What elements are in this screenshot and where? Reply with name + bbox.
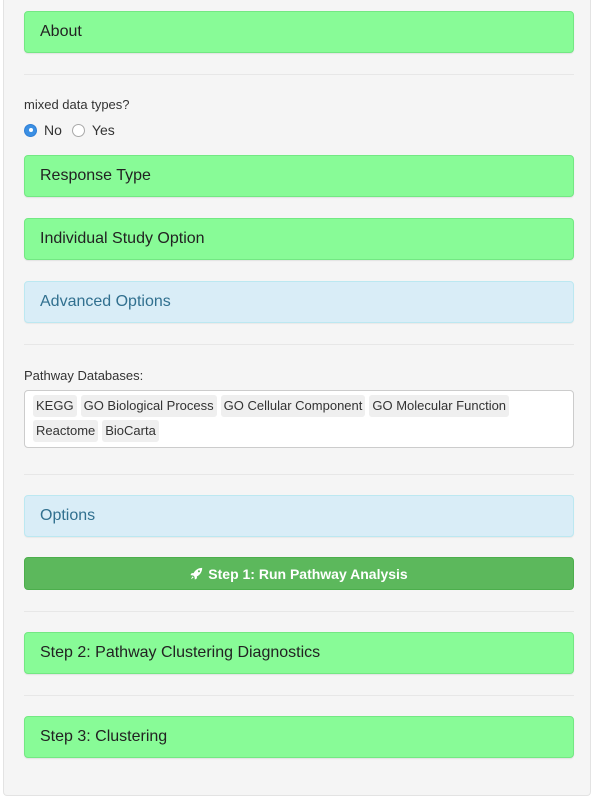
options-panel[interactable]: Options bbox=[24, 495, 574, 537]
step2-panel[interactable]: Step 2: Pathway Clustering Diagnostics bbox=[24, 632, 574, 674]
radio-no-label: No bbox=[44, 122, 62, 138]
radio-no[interactable]: No bbox=[24, 122, 62, 138]
pathway-tag[interactable]: GO Cellular Component bbox=[220, 395, 366, 417]
run-pathway-analysis-button[interactable]: Step 1: Run Pathway Analysis bbox=[24, 557, 574, 590]
mixed-data-radio-group: No Yes bbox=[24, 121, 125, 139]
pathway-databases-select[interactable]: KEGG GO Biological Process GO Cellular C… bbox=[24, 390, 574, 448]
advanced-options-title: Advanced Options bbox=[40, 293, 171, 310]
pathway-tag[interactable]: GO Molecular Function bbox=[369, 395, 510, 417]
pathway-tag[interactable]: GO Biological Process bbox=[80, 395, 217, 417]
rocket-icon bbox=[190, 567, 203, 580]
individual-study-panel[interactable]: Individual Study Option bbox=[24, 218, 574, 260]
about-panel[interactable]: About bbox=[24, 11, 574, 53]
run-button-label: Step 1: Run Pathway Analysis bbox=[208, 565, 408, 582]
pathway-tag[interactable]: BioCarta bbox=[102, 420, 159, 442]
radio-yes[interactable]: Yes bbox=[71, 122, 115, 138]
radio-no-circle[interactable] bbox=[24, 123, 37, 137]
individual-study-title: Individual Study Option bbox=[40, 230, 205, 247]
pathway-databases-label: Pathway Databases: bbox=[24, 368, 144, 383]
radio-yes-label: Yes bbox=[91, 122, 115, 138]
divider bbox=[24, 474, 574, 475]
response-type-title: Response Type bbox=[40, 167, 151, 184]
mixed-data-label: mixed data types? bbox=[24, 97, 130, 112]
about-panel-title: About bbox=[40, 23, 82, 40]
step2-title: Step 2: Pathway Clustering Diagnostics bbox=[40, 644, 321, 661]
radio-yes-circle[interactable] bbox=[71, 123, 85, 137]
pathway-tag[interactable]: Reactome bbox=[33, 420, 99, 442]
step3-title: Step 3: Clustering bbox=[40, 728, 168, 745]
pathway-tag[interactable]: KEGG bbox=[33, 395, 77, 417]
divider bbox=[24, 611, 574, 612]
response-type-panel[interactable]: Response Type bbox=[24, 155, 574, 197]
sidebar-well: About mixed data types? No Yes Response … bbox=[3, 0, 591, 796]
divider bbox=[24, 695, 574, 696]
options-title: Options bbox=[40, 507, 96, 524]
step3-panel[interactable]: Step 3: Clustering bbox=[24, 716, 574, 758]
advanced-options-panel[interactable]: Advanced Options bbox=[24, 281, 574, 323]
divider bbox=[24, 74, 574, 75]
divider bbox=[24, 344, 574, 345]
